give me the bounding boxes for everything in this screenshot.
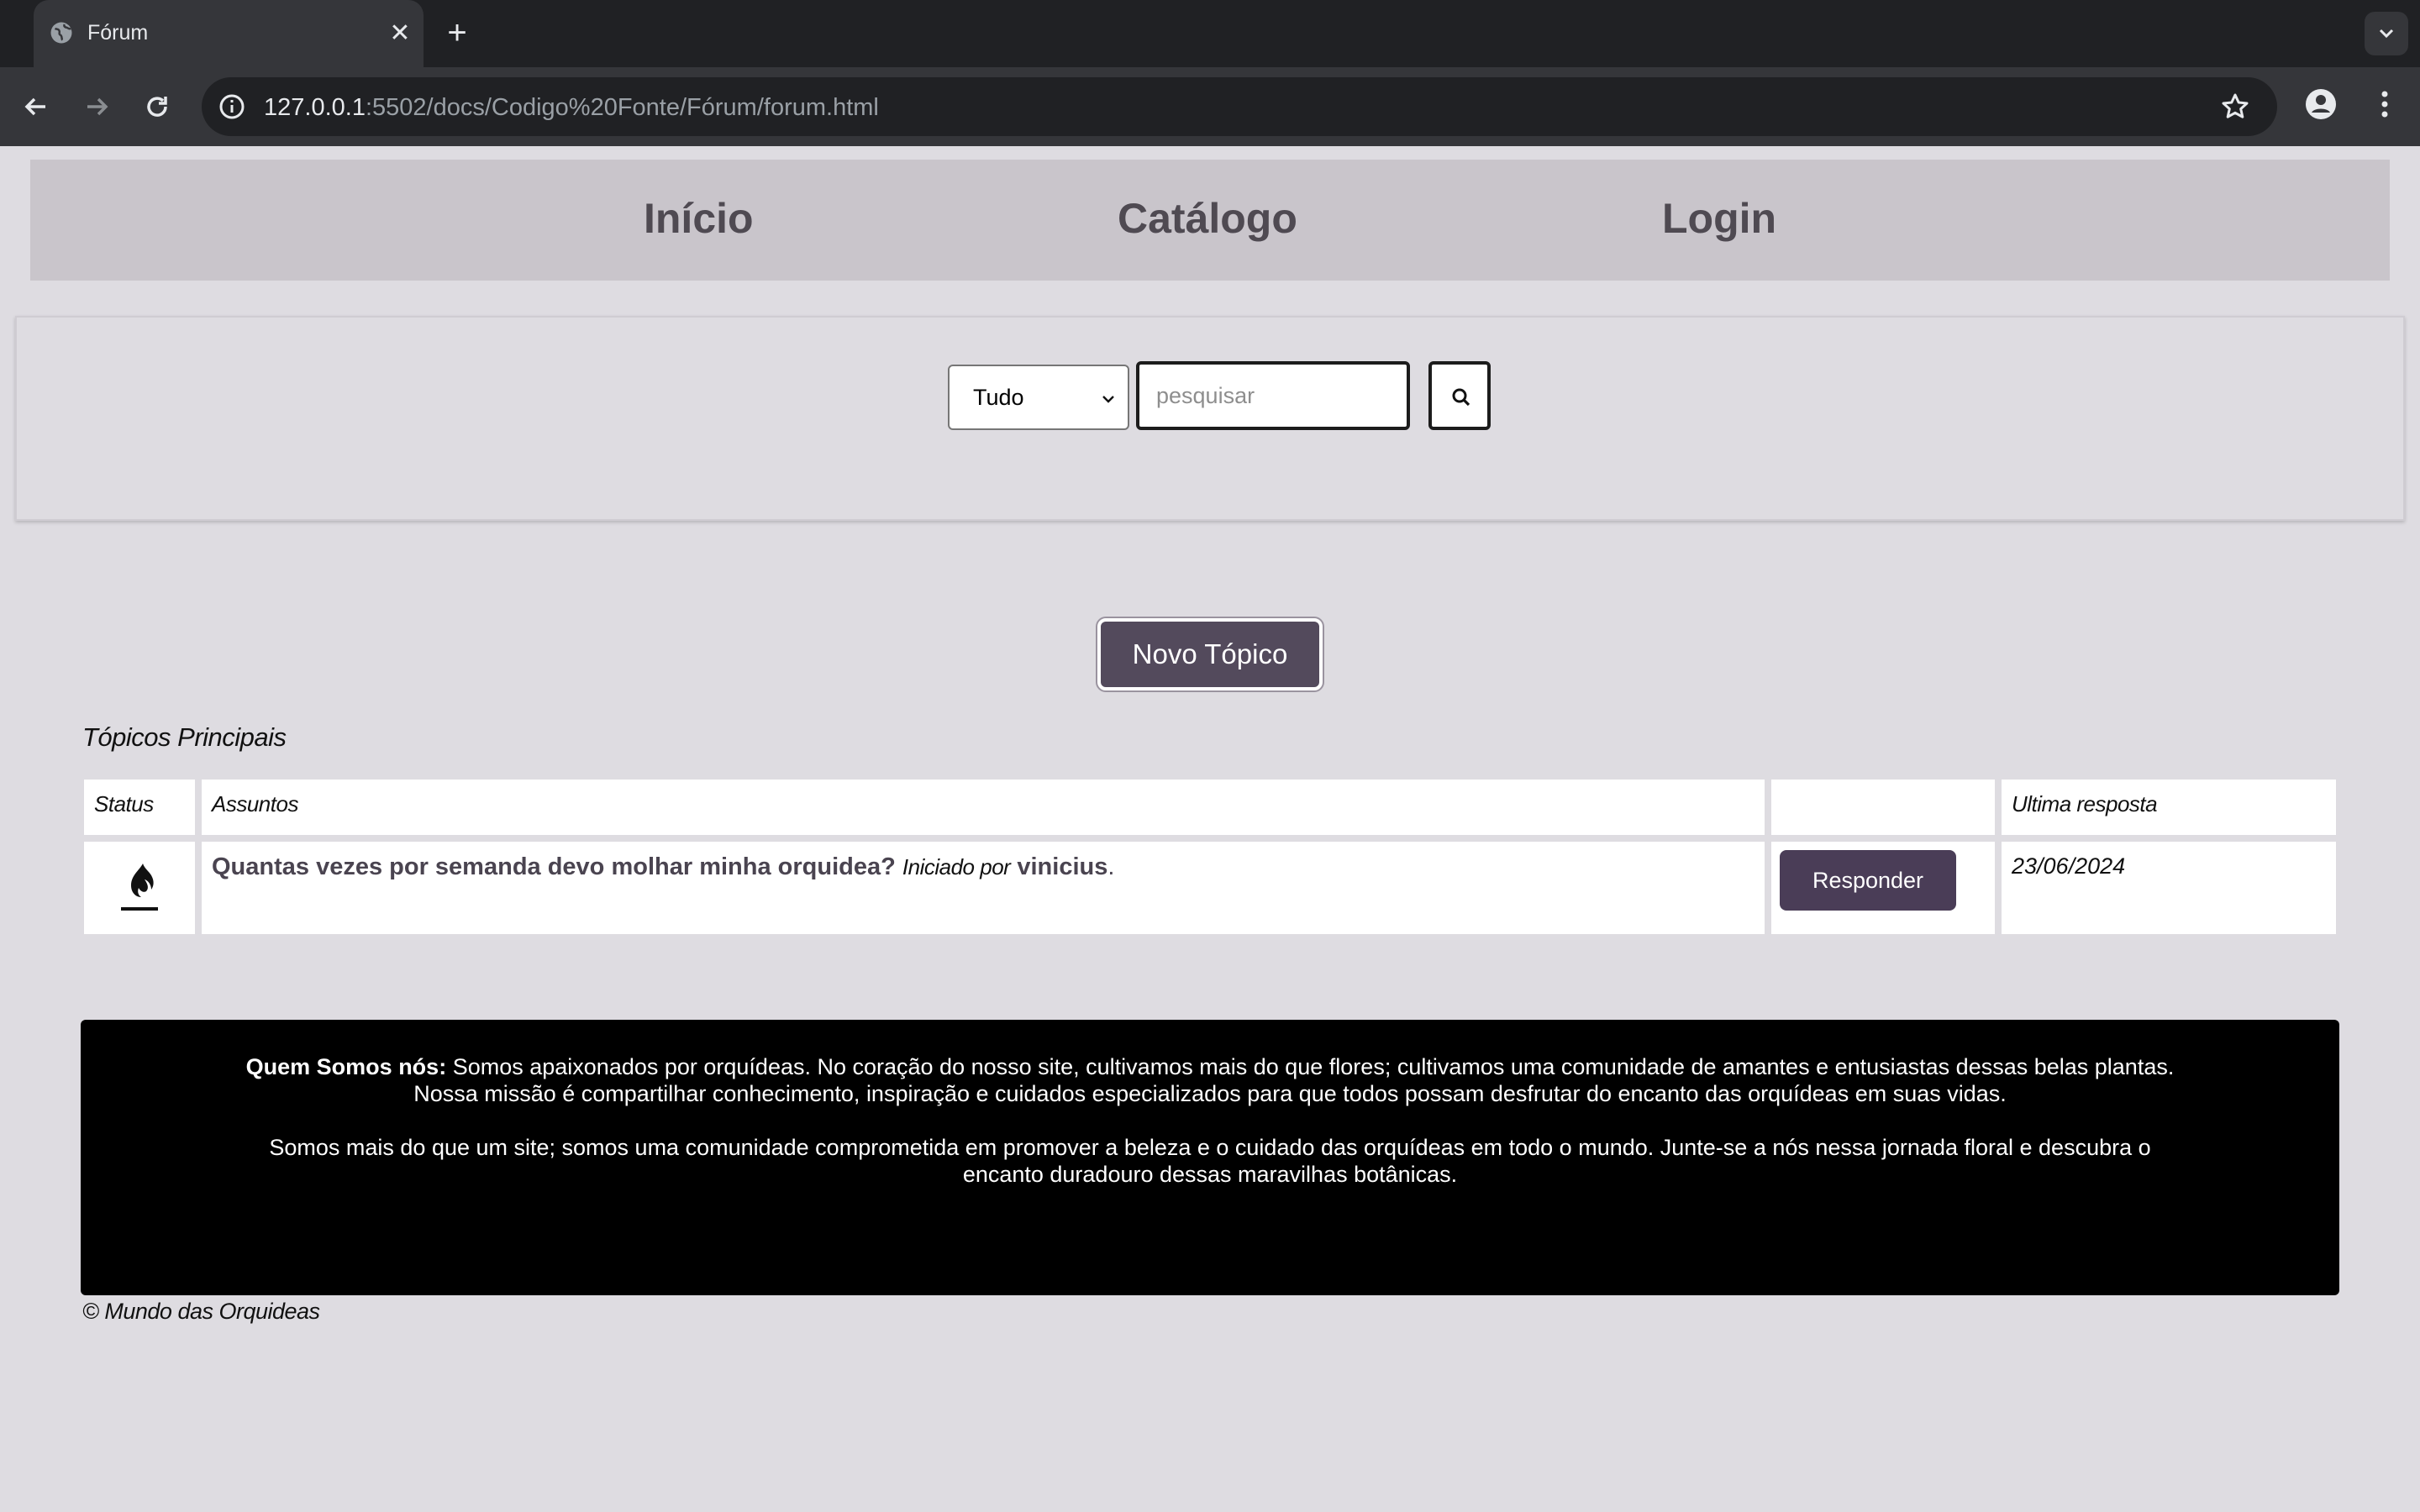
back-arrow-icon[interactable]	[17, 87, 55, 126]
browser-toolbar: 127.0.0.1:5502/docs/Codigo%20Fonte/Fórum…	[0, 67, 2420, 146]
header-status: Status	[84, 780, 195, 835]
nav-link-login[interactable]: Login	[1662, 193, 1776, 244]
author-suffix: .	[1107, 853, 1115, 880]
about-paragraph: Quem Somos nós: Somos apaixonados por or…	[232, 1053, 2188, 1107]
forward-arrow-icon[interactable]	[77, 87, 116, 126]
search-input[interactable]	[1136, 361, 1410, 430]
nav-link-inicio[interactable]: Início	[644, 193, 754, 244]
globe-icon	[50, 22, 72, 44]
url-path: :5502/docs/Codigo%20Fonte/Fórum/forum.ht…	[365, 94, 879, 121]
copyright-text: © Mundo das Orquideas	[82, 1299, 320, 1324]
started-by-label: Iniciado por	[902, 854, 1011, 879]
address-bar[interactable]: 127.0.0.1:5502/docs/Codigo%20Fonte/Fórum…	[202, 77, 2277, 136]
more-menu-icon[interactable]	[2370, 86, 2400, 123]
reload-icon[interactable]	[138, 87, 176, 126]
header-subject: Assuntos	[202, 780, 1765, 835]
tab-search-button[interactable]	[2365, 12, 2408, 55]
topic-author[interactable]: vinicius	[1017, 853, 1107, 880]
browser-tabstrip: Fórum ✕ +	[0, 0, 2420, 67]
search-panel: Tudo	[15, 316, 2405, 521]
topic-subject-cell: Quantas vezes por semanda devo molhar mi…	[202, 842, 1765, 934]
about-heading: Quem Somos nós:	[245, 1054, 447, 1079]
filter-select[interactable]: Tudo	[948, 365, 1129, 430]
site-navbar: Início Catálogo Login	[30, 160, 2390, 281]
header-action	[1771, 780, 1995, 835]
close-icon[interactable]: ✕	[385, 18, 415, 49]
chevron-down-icon	[2379, 29, 2394, 39]
topic-last-reply-cell: 23/06/2024	[2002, 842, 2336, 934]
topic-status-cell	[84, 842, 195, 934]
flame-icon	[121, 864, 158, 911]
nav-link-catalogo[interactable]: Catálogo	[1118, 193, 1297, 244]
new-topic-button[interactable]: Novo Tópico	[1097, 618, 1323, 690]
topic-title-link[interactable]: Quantas vezes por semanda devo molhar mi…	[212, 853, 896, 880]
last-reply-date: 23/06/2024	[2012, 853, 2126, 879]
new-tab-icon[interactable]: +	[440, 16, 474, 50]
chevron-down-icon	[1102, 396, 1114, 403]
mission-paragraph: Somos mais do que um site; somos uma com…	[269, 1135, 2151, 1187]
url-host: 127.0.0.1	[264, 94, 366, 121]
section-title: Tópicos Principais	[82, 722, 287, 752]
topic-action-cell: Responder	[1771, 842, 1995, 934]
url-text: 127.0.0.1:5502/docs/Codigo%20Fonte/Fórum…	[264, 94, 879, 121]
search-icon	[1452, 388, 1470, 407]
browser-tab-forum[interactable]: Fórum ✕	[34, 0, 424, 67]
about-footer: Quem Somos nós: Somos apaixonados por or…	[81, 1020, 2339, 1295]
about-text: Somos apaixonados por orquídeas. No cora…	[413, 1054, 2175, 1106]
profile-icon[interactable]	[2302, 86, 2339, 123]
filter-select-value: Tudo	[973, 384, 1024, 410]
tab-title: Fórum	[87, 21, 149, 45]
bookmark-star-icon[interactable]	[2218, 90, 2252, 123]
site-info-icon[interactable]	[215, 90, 249, 123]
reply-button[interactable]: Responder	[1780, 850, 1956, 911]
page-content: Início Catálogo Login Tudo Novo Tópico T…	[0, 146, 2420, 1512]
topic-subject: Quantas vezes por semanda devo molhar mi…	[212, 852, 1114, 882]
search-button[interactable]	[1428, 361, 1491, 430]
header-last-reply: Ultima resposta	[2002, 780, 2336, 835]
